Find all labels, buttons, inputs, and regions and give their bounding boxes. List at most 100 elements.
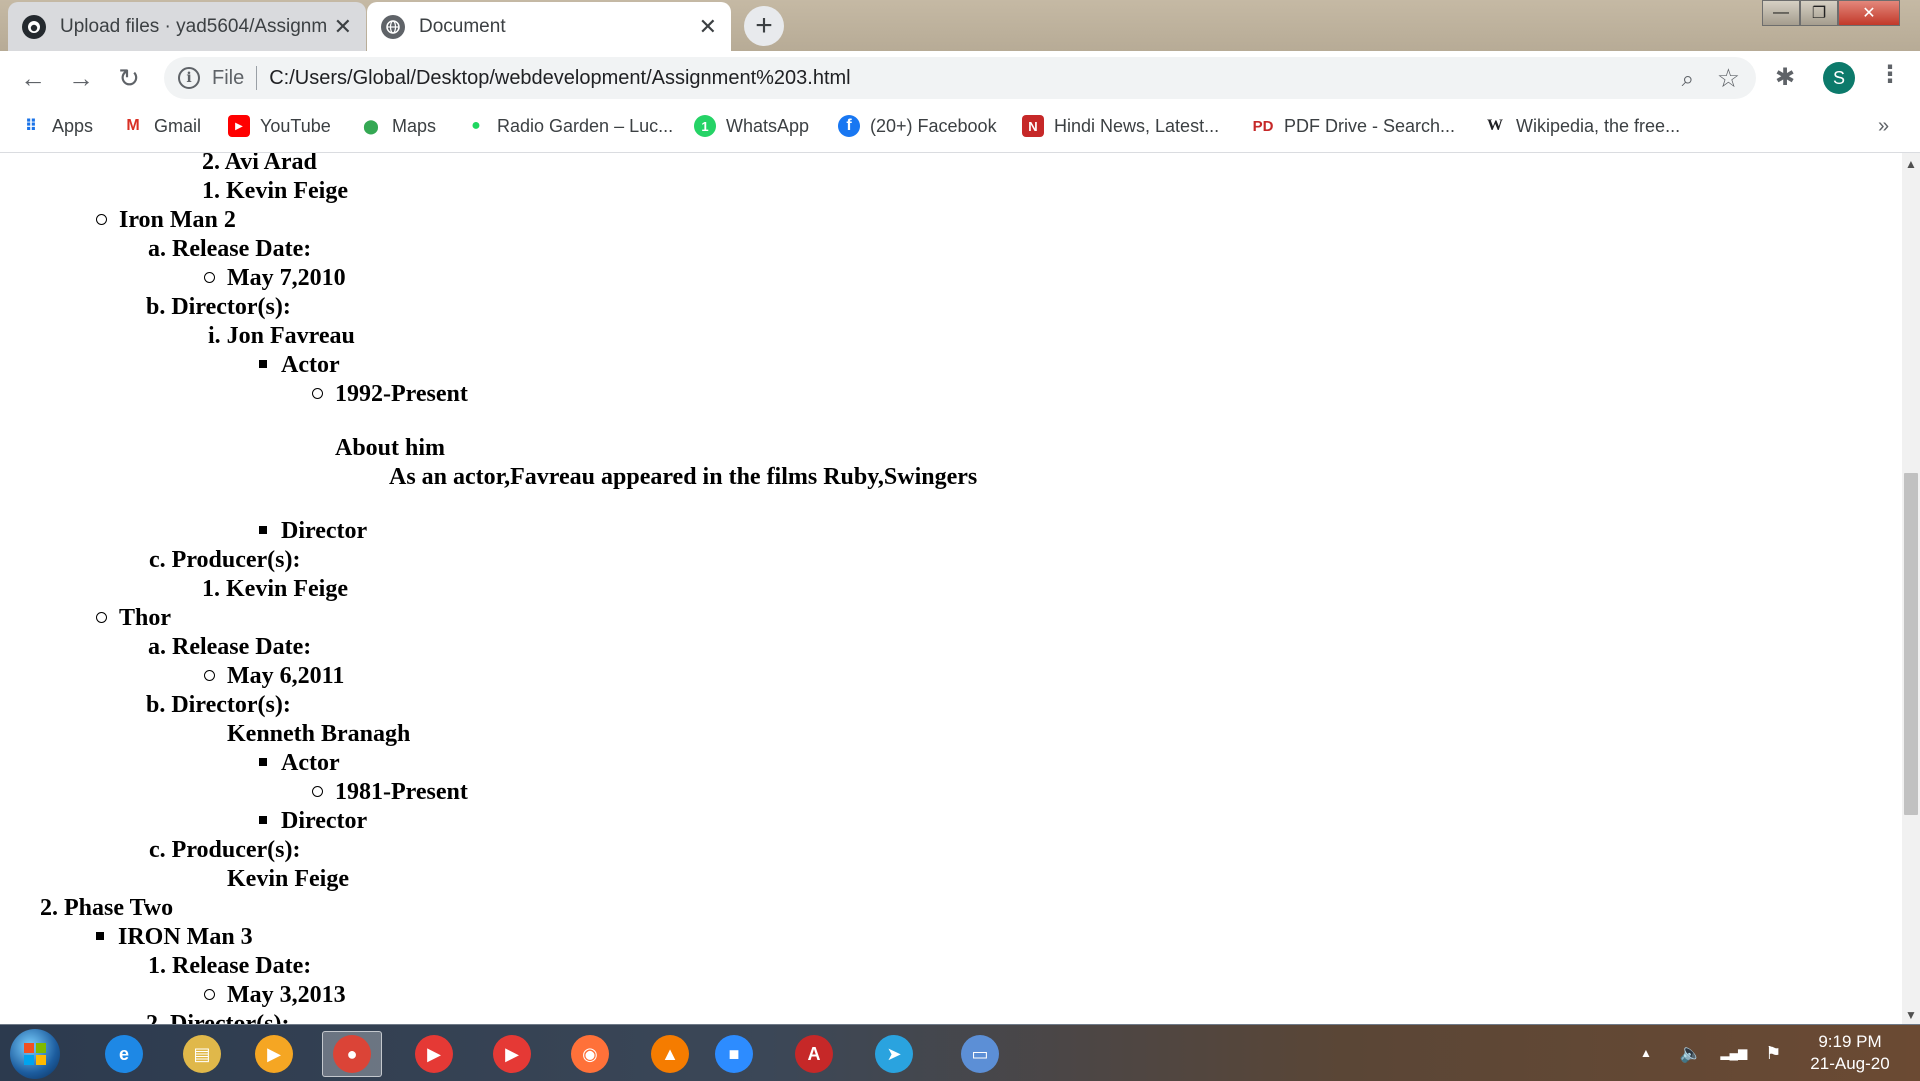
bookmark-label: Gmail	[154, 115, 202, 136]
close-tab-icon[interactable]: ✕	[334, 14, 352, 40]
bookmark-maps[interactable]: ⬤ Maps	[360, 115, 436, 137]
new-tab-button[interactable]: +	[744, 6, 784, 46]
list-item: Kevin Feige	[227, 866, 349, 892]
taskbar-app-button[interactable]: ▲	[640, 1031, 700, 1077]
taskbar-app-button[interactable]: ■	[704, 1031, 764, 1077]
list-item-text: May 6,2011	[227, 663, 345, 689]
bookmark-apps[interactable]: ⠿ Apps	[20, 115, 93, 137]
list-item-text: May 3,2013	[227, 982, 346, 1008]
taskbar-app-button[interactable]: ◉	[560, 1031, 620, 1077]
acrobat-icon: A	[795, 1035, 833, 1073]
forward-button[interactable]: →	[64, 61, 98, 95]
square-bullet	[259, 526, 267, 535]
square-bullet	[96, 932, 104, 941]
vertical-scrollbar[interactable]: ▲ ▼	[1902, 153, 1920, 1024]
bookmark-gmail[interactable]: M Gmail	[122, 115, 201, 137]
list-item: Actor	[259, 749, 340, 778]
address-bar[interactable]: i File C:/Users/Global/Desktop/webdevelo…	[164, 57, 1756, 99]
bookmark-youtube[interactable]: ▶ YouTube	[228, 115, 331, 137]
taskbar-app-button[interactable]: ●	[322, 1031, 382, 1077]
url-text[interactable]: C:/Users/Global/Desktop/webdevelopment/A…	[269, 67, 850, 90]
github-icon	[22, 14, 46, 39]
circle-bullet	[312, 387, 323, 399]
windows-taskbar: e ▤ ▶ ● ▶ ▶ ◉ ▲ ■ A ➤ ▭ ▲ 🔈 ▂▄▆ ⚑ 9:19 PM 21-Aug-20	[0, 1024, 1920, 1081]
zoom-icon[interactable]: ⌕	[1682, 66, 1694, 92]
list-item: Kenneth Branagh	[227, 721, 411, 747]
taskbar-clock[interactable]: 9:19 PM 21-Aug-20	[1790, 1031, 1910, 1075]
circle-bullet	[312, 785, 323, 797]
list-item: May 3,2013	[204, 981, 346, 1010]
list-item: c. Producer(s):	[149, 837, 301, 863]
action-center-flag-icon[interactable]: ⚑	[1765, 1043, 1781, 1064]
browser-menu-icon[interactable]: ⋮	[1878, 60, 1902, 89]
circle-bullet	[204, 271, 215, 283]
extensions-icon[interactable]: ✱	[1775, 63, 1795, 92]
tab-document[interactable]: Document ✕	[367, 2, 731, 51]
list-item-text: 1981-Present	[335, 779, 468, 805]
show-hidden-icons-icon[interactable]: ▲	[1640, 1046, 1652, 1060]
bookmark-wikipedia[interactable]: W Wikipedia, the free...	[1484, 115, 1680, 137]
list-item: Iron Man 2	[96, 206, 236, 235]
list-item: Thor	[96, 604, 171, 633]
whatsapp-icon: 1	[694, 115, 716, 137]
pdf-drive-icon: PD	[1252, 117, 1274, 135]
bookmark-facebook[interactable]: f (20+) Facebook	[838, 115, 997, 137]
globe-icon	[381, 14, 405, 39]
vlc-icon: ▲	[651, 1035, 689, 1073]
system-tray: ▲ 🔈 ▂▄▆ ⚑	[1640, 1025, 1781, 1081]
taskbar-app-button[interactable]: ▶	[482, 1031, 542, 1077]
more-bookmarks-icon[interactable]: »	[1878, 115, 1889, 138]
apps-grid-icon: ⠿	[24, 118, 38, 135]
tab-upload-files[interactable]: Upload files · yad5604/Assignme ✕	[8, 2, 366, 51]
taskbar-app-button[interactable]: ▶	[244, 1031, 304, 1077]
list-item-text: Actor	[281, 352, 340, 378]
youtube-app-icon: ▶	[415, 1035, 453, 1073]
wikipedia-icon: W	[1487, 117, 1503, 134]
maximize-button[interactable]: ❐	[1800, 0, 1838, 26]
list-item: 1992-Present	[312, 380, 468, 409]
list-item: 2. Avi Arad	[202, 153, 317, 175]
site-info-icon[interactable]: i	[178, 67, 200, 89]
volume-icon[interactable]: 🔈	[1680, 1043, 1702, 1064]
media-player-icon: ▶	[255, 1035, 293, 1073]
circle-bullet	[96, 611, 107, 623]
list-item: a. Release Date:	[148, 634, 312, 660]
list-item-text: Director	[281, 518, 368, 544]
back-button[interactable]: ←	[16, 61, 50, 95]
internet-explorer-icon: e	[105, 1035, 143, 1073]
list-item: Director	[259, 807, 367, 836]
taskbar-app-button[interactable]: e	[94, 1031, 154, 1077]
taskbar-app-button[interactable]: ➤	[864, 1031, 924, 1077]
list-item: 2. Director(s):	[146, 1011, 290, 1024]
taskbar-app-button[interactable]: ▶	[404, 1031, 464, 1077]
close-tab-icon[interactable]: ✕	[699, 14, 717, 40]
scrollbar-thumb[interactable]	[1904, 473, 1918, 815]
remote-desktop-icon: ▭	[961, 1035, 999, 1073]
profile-avatar[interactable]: S	[1823, 62, 1855, 94]
scroll-up-arrow-icon[interactable]: ▲	[1902, 157, 1920, 171]
bookmark-hindi-news[interactable]: N Hindi News, Latest...	[1022, 115, 1219, 137]
taskbar-app-button[interactable]: A	[784, 1031, 844, 1077]
list-item: a. Release Date:	[148, 236, 312, 262]
zoom-icon: ■	[715, 1035, 753, 1073]
taskbar-app-button[interactable]: ▭	[950, 1031, 1010, 1077]
url-separator	[256, 66, 258, 90]
taskbar-app-button[interactable]: ▤	[172, 1031, 232, 1077]
reload-button[interactable]: ↻	[112, 61, 146, 95]
minimize-button[interactable]: —	[1762, 0, 1800, 26]
circle-bullet	[96, 213, 107, 225]
bookmark-whatsapp[interactable]: 1 WhatsApp	[694, 115, 809, 137]
bookmark-star-icon[interactable]: ☆	[1717, 63, 1740, 94]
scroll-down-arrow-icon[interactable]: ▼	[1902, 1008, 1920, 1022]
start-button[interactable]	[10, 1029, 60, 1079]
list-item: 1. Kevin Feige	[202, 178, 348, 204]
about-heading: About him	[335, 435, 446, 461]
bookmark-pdf-drive[interactable]: PD PDF Drive - Search...	[1252, 115, 1455, 137]
close-window-button[interactable]: ✕	[1838, 0, 1900, 26]
bookmark-radio-garden[interactable]: ● Radio Garden – Luc...	[465, 115, 673, 137]
network-signal-icon[interactable]: ▂▄▆	[1720, 1046, 1747, 1060]
bookmark-label: Apps	[52, 115, 94, 136]
bookmark-label: PDF Drive - Search...	[1284, 115, 1456, 136]
list-item: May 7,2010	[204, 264, 346, 293]
list-item-text: Actor	[281, 750, 340, 776]
